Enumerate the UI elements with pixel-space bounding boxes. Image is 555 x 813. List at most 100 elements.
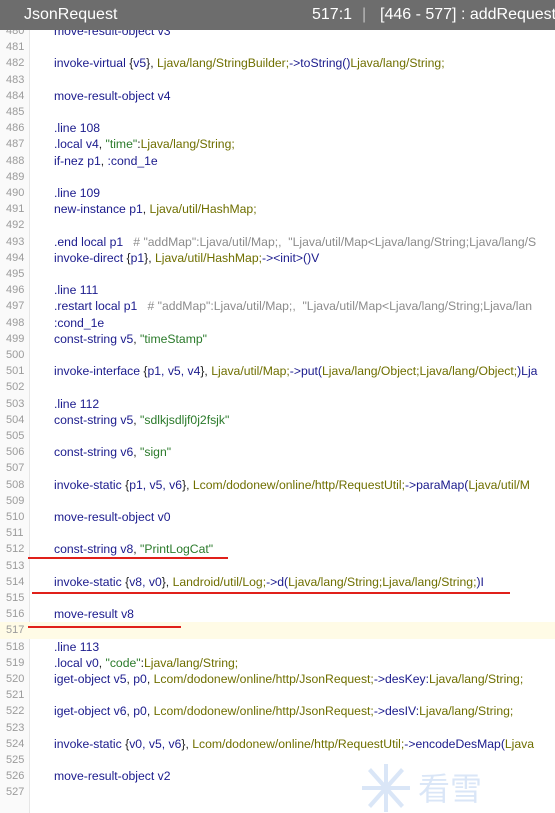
code-token: .line — [54, 121, 80, 136]
code-token: move-result-object — [54, 510, 158, 524]
code-token: }, — [181, 736, 193, 751]
line-number: 500 — [6, 349, 25, 361]
code-line-497[interactable]: 497 .restart local p1 # "addMap":Ljava/ut… — [0, 298, 555, 314]
code-text: .end local p1 # "addMap":Ljava/util/Map;… — [54, 234, 536, 250]
line-number: 507 — [6, 462, 25, 475]
code-line-480[interactable]: 480 move-result-object v3 — [0, 30, 555, 39]
code-token: v5 — [120, 331, 134, 346]
code-line-522[interactable]: 522 iget-object v6, p0, Lcom/dodonew/onli… — [0, 703, 555, 719]
code-token: Ljava/lang/String; — [143, 655, 239, 670]
code-line-516[interactable]: 516 move-result v8 — [0, 606, 555, 622]
code-line-496[interactable]: 496 .line 111 — [0, 282, 555, 298]
code-line-494[interactable]: 494 invoke-direct {p1}, Ljava/util/HashMa… — [0, 250, 555, 266]
line-number: 501 — [6, 365, 25, 378]
code-line-514[interactable]: 514 invoke-static {v8, v0}, Landroid/util… — [0, 574, 555, 590]
code-line-484[interactable]: 484 move-result-object v4 — [0, 88, 555, 104]
code-line-485[interactable]: 485 — [0, 104, 555, 120]
code-line-482[interactable]: 482 invoke-virtual {v5}, Ljava/lang/Strin… — [0, 55, 555, 71]
code-token: v5 — [133, 56, 147, 71]
code-token: v4 — [157, 88, 171, 103]
code-token: )I — [476, 574, 484, 589]
code-token: , — [146, 672, 154, 686]
code-line-507[interactable]: 507 — [0, 460, 555, 476]
code-token: .restart local — [54, 299, 124, 314]
code-text: invoke-virtual {v5}, Ljava/lang/StringBu… — [54, 55, 445, 71]
code-token: const-string — [54, 412, 121, 427]
line-number: 506 — [6, 446, 25, 459]
code-line-495[interactable]: 495 — [0, 266, 555, 282]
code-line-520[interactable]: 520 iget-object v5, p0, Lcom/dodonew/onli… — [0, 671, 555, 687]
code-text: move-result-object v2 — [54, 768, 171, 784]
editor-title-bar: JsonRequest 517:1 | [446 - 577] : addReq… — [0, 0, 555, 30]
code-line-511[interactable]: 511 — [0, 525, 555, 541]
code-line-506[interactable]: 506 const-string v6, "sign" — [0, 444, 555, 460]
code-text: new-instance p1, Ljava/util/HashMap; — [54, 201, 257, 217]
code-text: const-string v5, "timeStamp" — [54, 331, 207, 347]
code-line-503[interactable]: 503 .line 112 — [0, 396, 555, 412]
code-token: p1 — [129, 202, 143, 217]
code-token: -><init>()V — [262, 250, 320, 265]
code-line-488[interactable]: 488 if-nez p1, :cond_1e — [0, 153, 555, 169]
code-token: v0, v5, v6 — [129, 736, 182, 751]
code-token: Ljava/lang/String; — [140, 137, 235, 152]
code-line-517[interactable]: 517 — [0, 622, 555, 639]
code-line-486[interactable]: 486 .line 108 — [0, 120, 555, 136]
code-token: }, — [144, 250, 155, 265]
code-token: Ljava/util/M — [468, 477, 530, 492]
code-line-502[interactable]: 502 — [0, 379, 555, 395]
code-line-490[interactable]: 490 .line 109 — [0, 185, 555, 201]
code-token: v6 — [113, 704, 127, 719]
code-line-500[interactable]: 500 — [0, 347, 555, 363]
code-line-519[interactable]: 519 .local v0, "code":Ljava/lang/String; — [0, 655, 555, 671]
method-range[interactable]: [446 - 577] : addRequestM... — [380, 0, 555, 30]
code-text: move-result-object v4 — [54, 88, 171, 104]
line-number: 526 — [6, 770, 25, 783]
code-line-504[interactable]: 504 const-string v5, "sdlkjsdljf0j2fsjk" — [0, 412, 555, 428]
code-token: move-result — [54, 607, 122, 622]
code-line-512[interactable]: 512 const-string v8, "PrintLogCat" — [0, 541, 555, 557]
code-line-483[interactable]: 483 — [0, 72, 555, 88]
code-line-489[interactable]: 489 — [0, 169, 555, 185]
code-token: ->desIV: — [373, 704, 420, 719]
code-line-510[interactable]: 510 move-result-object v0 — [0, 509, 555, 525]
code-token: p0 — [133, 672, 147, 686]
code-token: const-string — [54, 445, 121, 460]
code-token: ->desKey: — [373, 672, 430, 686]
code-token: , — [142, 202, 150, 217]
code-line-521[interactable]: 521 — [0, 687, 555, 703]
code-text: .line 113 — [54, 639, 99, 655]
code-text: if-nez p1, :cond_1e — [54, 153, 158, 169]
code-editor[interactable]: 480 move-result-object v3 481 482 invoke-vir… — [0, 30, 555, 813]
line-number: 495 — [6, 268, 25, 280]
code-line-523[interactable]: 523 — [0, 720, 555, 736]
line-number: 514 — [6, 575, 25, 588]
line-number: 498 — [6, 316, 25, 329]
code-token: Lcom/dodonew/online/http/JsonRequest; — [153, 672, 374, 686]
file-title[interactable]: JsonRequest — [24, 0, 117, 30]
line-number: 523 — [6, 721, 25, 734]
code-line-493[interactable]: 493 .end local p1 # "addMap":Ljava/util/M… — [0, 234, 555, 250]
code-token: p1 — [109, 234, 124, 249]
code-token: "sdlkjsdljf0j2fsjk" — [140, 412, 230, 427]
code-token: p1 — [123, 299, 138, 314]
code-line-508[interactable]: 508 invoke-static {p1, v5, v6}, Lcom/dodo… — [0, 477, 555, 493]
code-line-518[interactable]: 518 .line 113 — [0, 639, 555, 655]
code-line-481[interactable]: 481 — [0, 39, 555, 55]
line-number: 515 — [6, 592, 25, 604]
kanxue-watermark-logo: 看雪 — [362, 764, 482, 812]
code-line-491[interactable]: 491 new-instance p1, Ljava/util/HashMap; — [0, 201, 555, 217]
code-line-492[interactable]: 492 — [0, 217, 555, 233]
code-token: Lcom/dodonew/online/http/RequestUtil; — [192, 477, 405, 492]
code-token: Ljava/util/Map; — [211, 364, 290, 379]
code-line-487[interactable]: 487 .local v4, "time":Ljava/lang/String; — [0, 136, 555, 152]
code-token: , — [100, 153, 108, 168]
code-token: Ljava/util/HashMap; — [149, 202, 257, 217]
code-line-501[interactable]: 501 invoke-interface {p1, v5, v4}, Ljava/… — [0, 363, 555, 379]
code-line-509[interactable]: 509 — [0, 493, 555, 509]
code-line-505[interactable]: 505 — [0, 428, 555, 444]
code-line-524[interactable]: 524 invoke-static {v0, v5, v6}, Lcom/dodo… — [0, 736, 555, 752]
code-line-498[interactable]: 498:cond_1e — [0, 315, 555, 331]
code-line-499[interactable]: 499 const-string v5, "timeStamp" — [0, 331, 555, 347]
code-token: "sign" — [140, 445, 172, 460]
code-line-513[interactable]: 513 — [0, 558, 555, 574]
